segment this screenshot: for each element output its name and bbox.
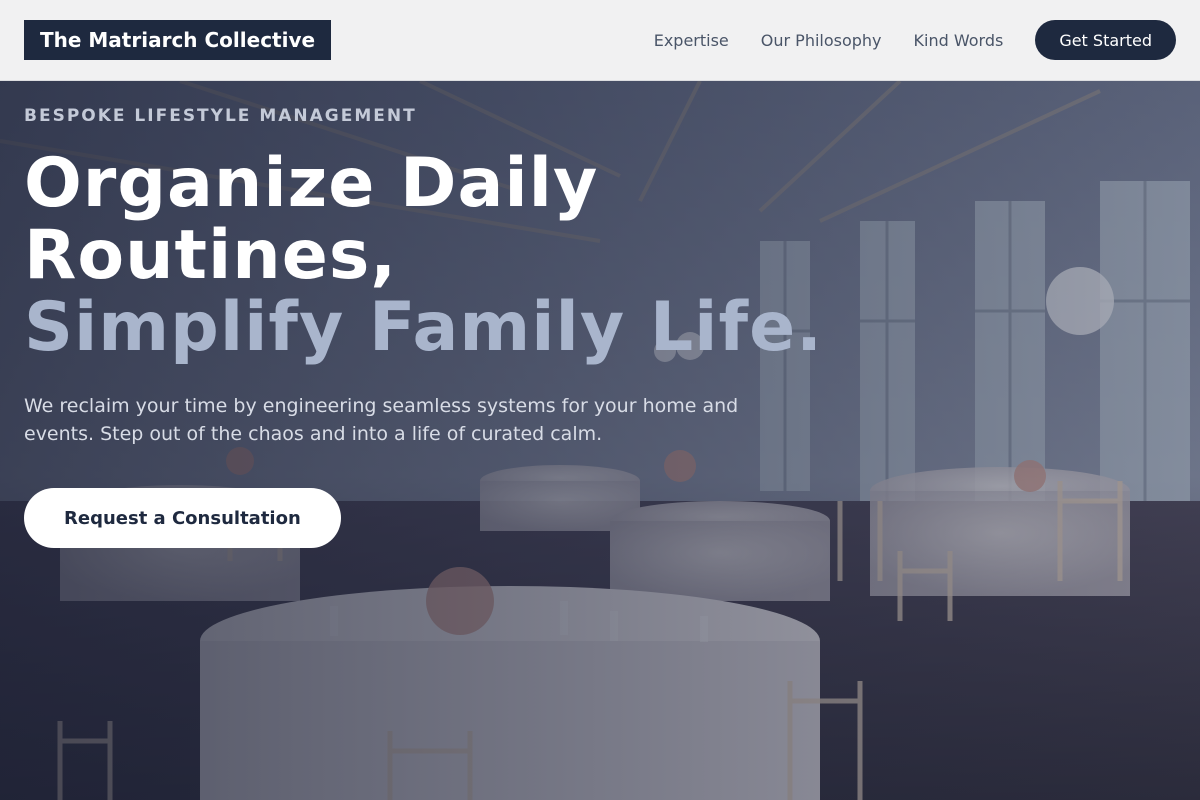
hero-headline: Organize Daily Routines, Simplify Family… — [24, 148, 824, 364]
site-header: The Matriarch Collective Expertise Our P… — [0, 0, 1200, 81]
hero-eyebrow: BESPOKE LIFESTYLE MANAGEMENT — [24, 106, 417, 126]
hero-subtext: We reclaim your time by engineering seam… — [24, 395, 739, 445]
nav-link-kind-words[interactable]: Kind Words — [914, 31, 1004, 50]
get-started-button[interactable]: Get Started — [1035, 20, 1176, 60]
brand-logo[interactable]: The Matriarch Collective — [24, 20, 332, 60]
headline-primary: Organize Daily Routines, — [24, 144, 599, 295]
main-nav: Expertise Our Philosophy Kind Words Get … — [654, 20, 1176, 60]
headline-accent: Simplify Family Life. — [24, 288, 824, 367]
nav-link-expertise[interactable]: Expertise — [654, 31, 729, 50]
hero-content: BESPOKE LIFESTYLE MANAGEMENT Organize Da… — [24, 106, 824, 548]
request-consultation-button[interactable]: Request a Consultation — [24, 488, 341, 548]
nav-link-our-philosophy[interactable]: Our Philosophy — [761, 31, 882, 50]
